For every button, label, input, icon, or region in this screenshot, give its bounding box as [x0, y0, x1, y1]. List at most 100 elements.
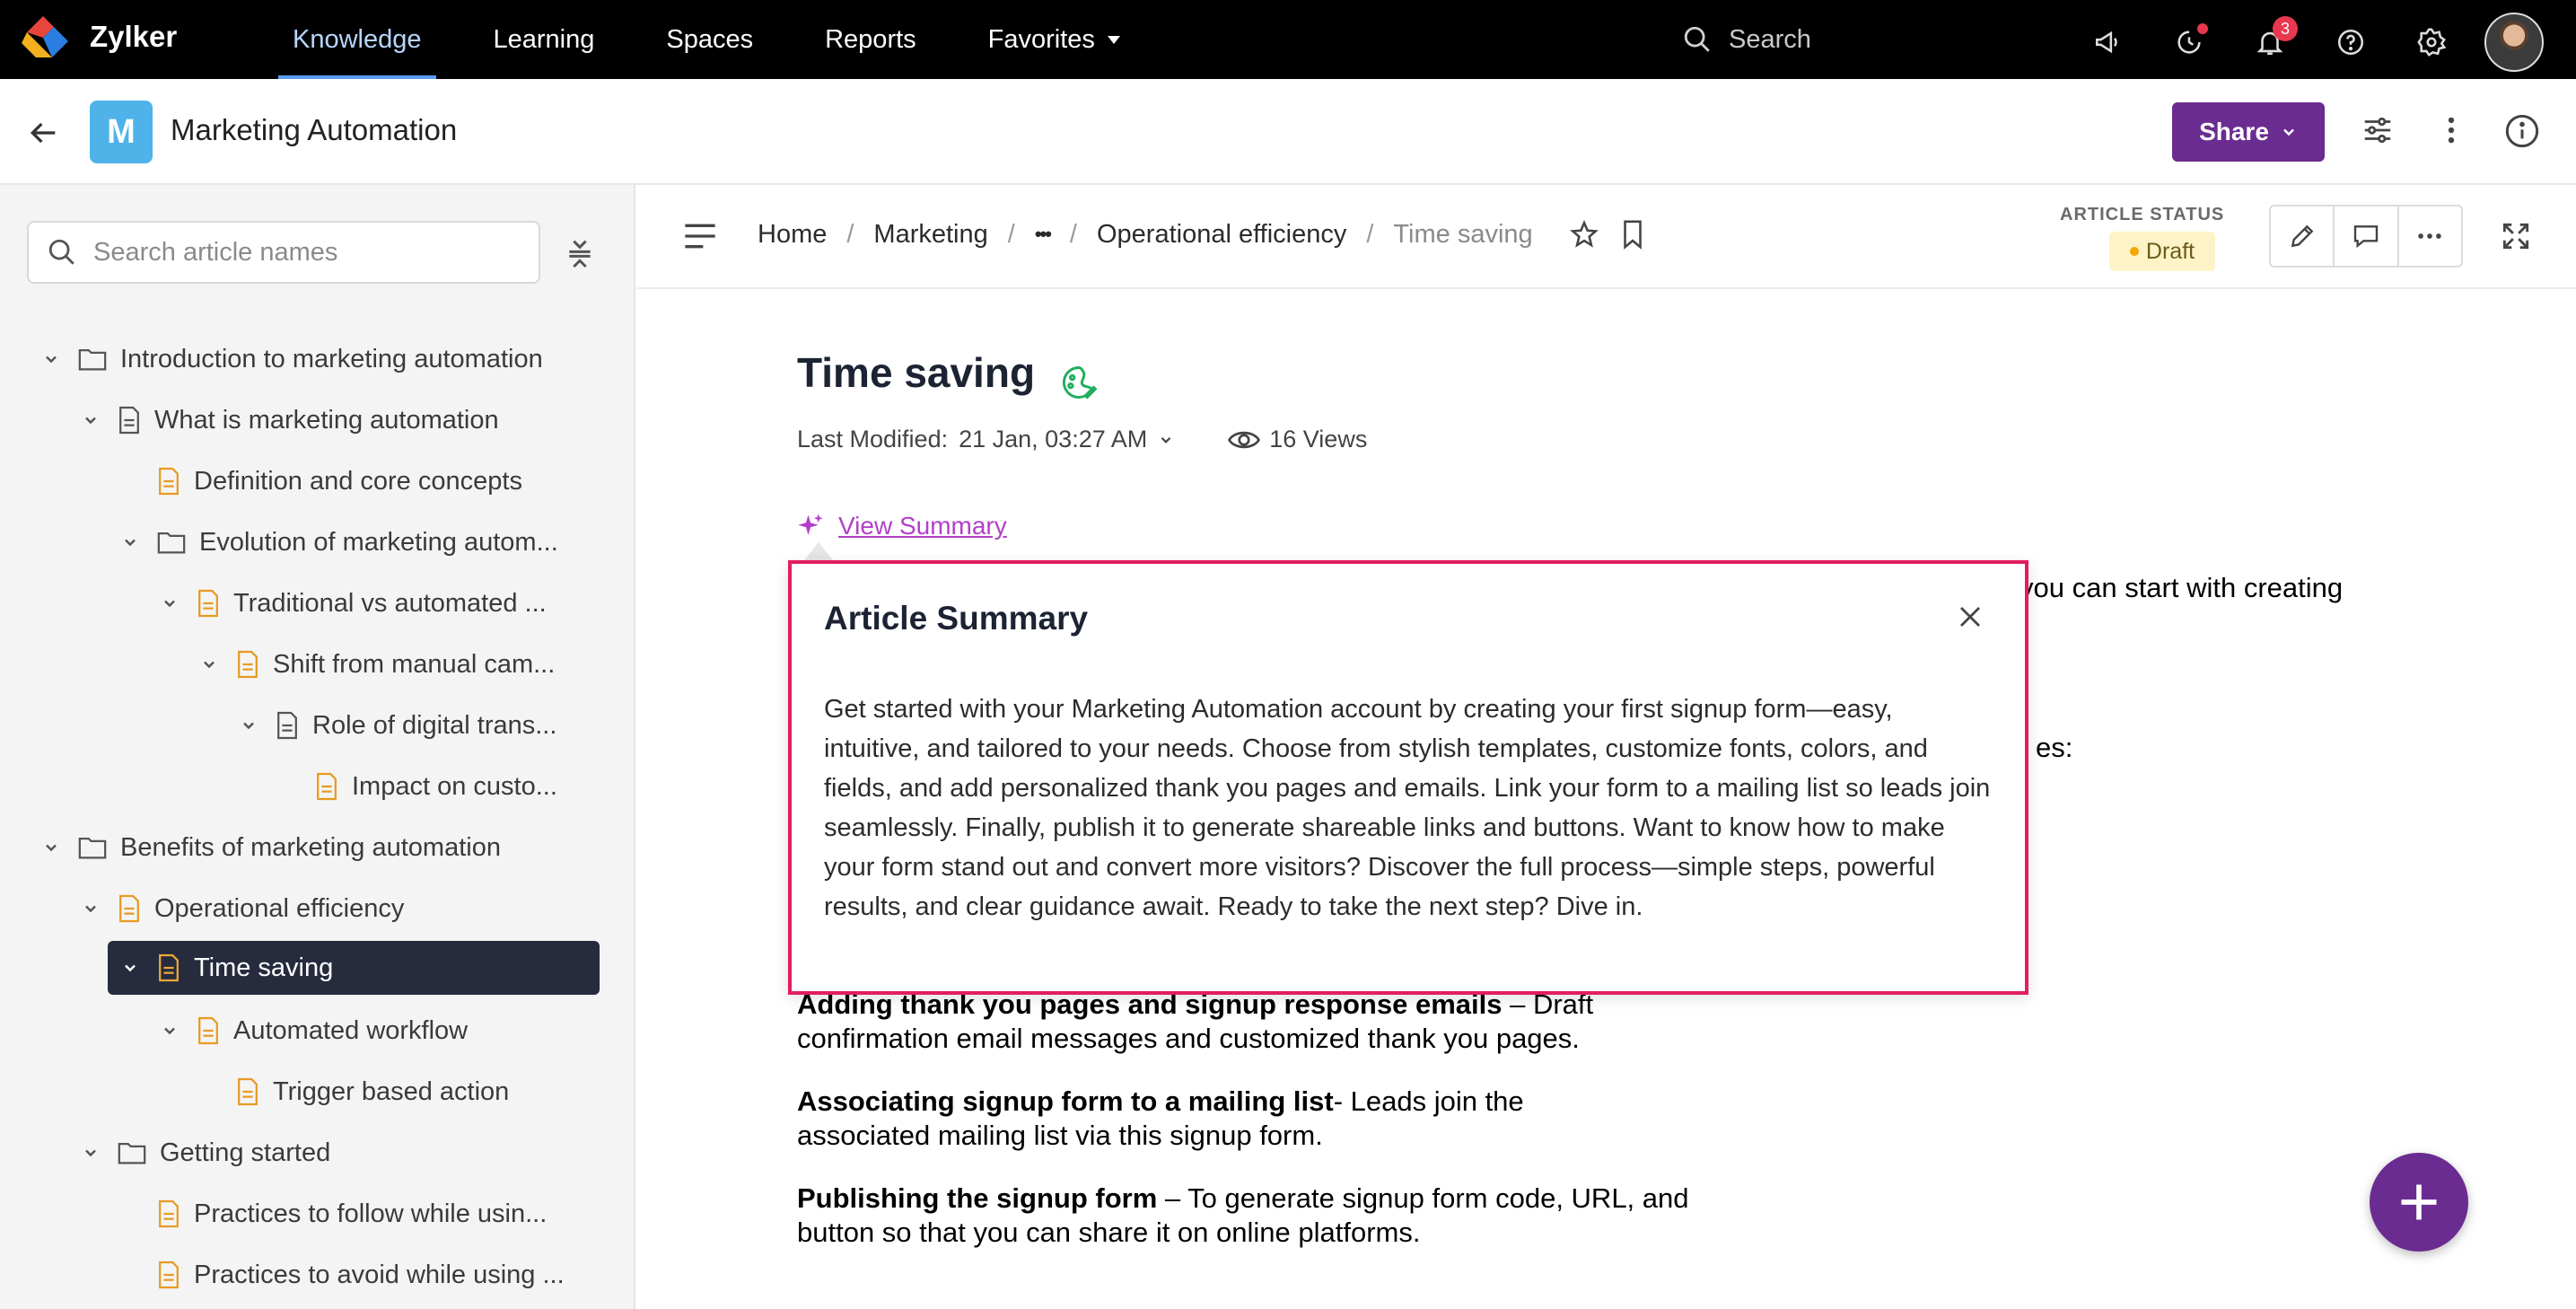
- more-vertical-icon[interactable]: [2434, 113, 2468, 147]
- tree-label: Practices to avoid while using ...: [194, 1260, 565, 1289]
- nav-spaces-label: Spaces: [666, 24, 754, 54]
- bell-icon[interactable]: 3: [2242, 14, 2298, 70]
- expand-icon[interactable]: [2499, 219, 2533, 253]
- back-arrow-icon[interactable]: [25, 115, 61, 151]
- brand-logo[interactable]: Zylker: [16, 5, 177, 68]
- tree-doc-impact[interactable]: Impact on custo...: [314, 760, 557, 813]
- brand-name: Zylker: [90, 20, 178, 53]
- chevron-down-icon[interactable]: [117, 533, 144, 551]
- body-text-peek: you can start with creating: [2020, 572, 2344, 603]
- nav-reports-label: Reports: [825, 24, 916, 54]
- gear-icon[interactable]: [2404, 14, 2459, 70]
- chevron-down-icon[interactable]: [156, 1022, 183, 1040]
- views-count: 16 Views: [1269, 426, 1368, 452]
- global-search-placeholder: Search: [1729, 24, 1811, 54]
- chevron-down-icon[interactable]: [117, 959, 144, 977]
- breadcrumb-separator: /: [846, 219, 854, 249]
- nav-knowledge-label: Knowledge: [293, 24, 422, 54]
- chevron-down-icon[interactable]: [235, 716, 262, 734]
- draft-document-icon: [196, 1015, 221, 1046]
- article-tree-sidebar: Search article names Introduction to mar…: [0, 185, 635, 1309]
- breadcrumb-separator: /: [1007, 219, 1015, 249]
- chevron-down-icon[interactable]: [196, 655, 223, 673]
- body-line: confirmation email messages and customiz…: [797, 1023, 1580, 1054]
- help-icon[interactable]: [2323, 14, 2379, 70]
- tree-doc-practices-avoid[interactable]: Practices to avoid while using ...: [156, 1248, 565, 1302]
- tree-doc-definition[interactable]: Definition and core concepts: [156, 454, 522, 508]
- tree-label: Definition and core concepts: [194, 466, 522, 496]
- article-summary-popup: Article Summary Get started with your Ma…: [788, 560, 2028, 995]
- chevron-down-icon[interactable]: [38, 350, 65, 368]
- more-horizontal-icon[interactable]: [2399, 206, 2461, 266]
- top-navigation-bar: Zylker Knowledge Learning Spaces Reports…: [0, 0, 2576, 79]
- ai-palette-icon[interactable]: [1059, 363, 1099, 402]
- last-modified-label: Last Modified:: [797, 426, 949, 452]
- tree-folder-evolution[interactable]: Evolution of marketing autom...: [117, 515, 558, 569]
- view-summary-link[interactable]: View Summary: [838, 512, 1007, 540]
- tree-label: Trigger based action: [273, 1076, 510, 1106]
- breadcrumb-bar: Home / Marketing / ••• / Operational eff…: [637, 185, 2576, 289]
- document-icon: [275, 710, 300, 741]
- info-icon[interactable]: [2504, 113, 2540, 149]
- breadcrumb-operational[interactable]: Operational efficiency: [1097, 220, 1346, 250]
- tree-doc-practices-follow[interactable]: Practices to follow while usin...: [156, 1187, 547, 1241]
- star-icon[interactable]: [1569, 219, 1599, 250]
- tree-label: Practices to follow while usin...: [194, 1199, 548, 1228]
- breadcrumb-more[interactable]: •••: [1035, 223, 1052, 246]
- collapse-all-icon[interactable]: [562, 235, 598, 271]
- tree-label: What is marketing automation: [154, 405, 499, 435]
- tree-doc-shift[interactable]: Shift from manual cam...: [196, 637, 555, 691]
- breadcrumb-home[interactable]: Home: [758, 220, 827, 250]
- edit-pencil-icon[interactable]: [2271, 206, 2335, 266]
- global-search[interactable]: Search: [1682, 16, 2059, 63]
- nav-knowledge[interactable]: Knowledge: [278, 0, 436, 79]
- chevron-down-icon[interactable]: [38, 839, 65, 857]
- chevron-down-icon[interactable]: [77, 411, 104, 429]
- chevron-down-icon[interactable]: [156, 594, 183, 612]
- tree-folder-introduction[interactable]: Introduction to marketing automation: [38, 332, 543, 386]
- tree-doc-what-is[interactable]: What is marketing automation: [77, 393, 499, 447]
- announcements-icon[interactable]: [2081, 14, 2136, 70]
- tree-doc-trigger[interactable]: Trigger based action: [235, 1065, 509, 1119]
- last-modified-value[interactable]: 21 Jan, 03:27 AM: [959, 426, 1147, 453]
- share-button[interactable]: Share: [2172, 102, 2325, 162]
- popover-pointer: [804, 542, 833, 560]
- search-icon: [1684, 26, 1710, 52]
- nav-favorites[interactable]: Favorites: [974, 0, 1135, 79]
- tree-doc-time-saving-selected[interactable]: Time saving: [108, 941, 600, 995]
- tree-label: Traditional vs automated ...: [233, 588, 547, 618]
- tree-label: Role of digital trans...: [312, 710, 557, 740]
- space-icon: M: [90, 101, 153, 163]
- nav-spaces[interactable]: Spaces: [652, 0, 767, 79]
- search-article-input[interactable]: Search article names: [27, 221, 540, 284]
- close-icon[interactable]: [1957, 603, 1984, 630]
- page-title: Marketing Automation: [171, 113, 458, 146]
- chevron-down-icon[interactable]: [77, 1144, 104, 1162]
- tree-doc-role[interactable]: Role of digital trans...: [235, 698, 556, 752]
- page-header: M Marketing Automation Share: [0, 79, 2576, 185]
- body-line: associated mailing list via this signup …: [797, 1120, 1323, 1151]
- chevron-down-icon[interactable]: [1158, 432, 1174, 448]
- tree-label: Shift from manual cam...: [273, 649, 556, 679]
- tree-doc-operational[interactable]: Operational efficiency: [77, 882, 404, 936]
- tree-doc-traditional[interactable]: Traditional vs automated ...: [156, 576, 547, 630]
- body-span: – To generate signup form code, URL, and: [1157, 1182, 1689, 1214]
- article-action-group: [2269, 205, 2463, 268]
- tree-folder-getting-started[interactable]: Getting started: [77, 1126, 330, 1180]
- tree-doc-automated-workflow[interactable]: Automated workflow: [156, 1004, 468, 1058]
- bookmark-icon[interactable]: [1619, 219, 1646, 250]
- nav-reports[interactable]: Reports: [810, 0, 931, 79]
- body-paragraph: Adding thank you pages and signup respon…: [797, 988, 1784, 1056]
- activity-icon[interactable]: [2161, 14, 2217, 70]
- top-icons: 3: [2081, 13, 2544, 72]
- menu-icon[interactable]: [682, 221, 718, 251]
- avatar[interactable]: [2484, 13, 2544, 72]
- tree-folder-benefits[interactable]: Benefits of marketing automation: [38, 821, 501, 874]
- sliders-icon[interactable]: [2361, 113, 2395, 147]
- notification-badge: 3: [2273, 16, 2298, 41]
- add-button[interactable]: [2370, 1153, 2468, 1252]
- comment-icon[interactable]: [2335, 206, 2399, 266]
- nav-learning[interactable]: Learning: [479, 0, 609, 79]
- chevron-down-icon[interactable]: [77, 900, 104, 918]
- breadcrumb-marketing[interactable]: Marketing: [873, 220, 987, 250]
